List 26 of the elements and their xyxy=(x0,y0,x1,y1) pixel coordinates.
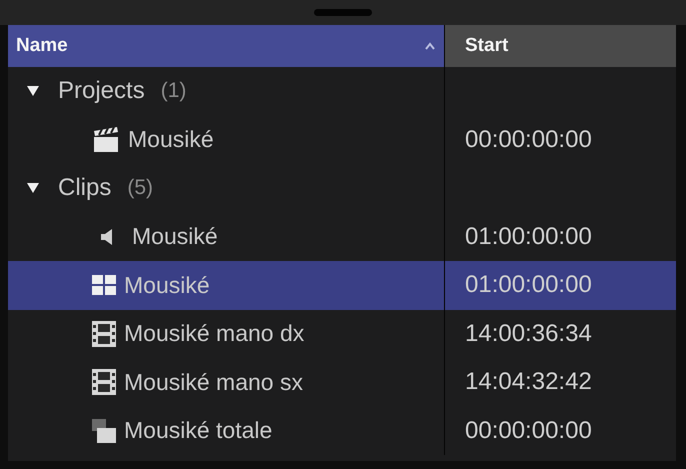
resize-handle[interactable] xyxy=(314,9,372,16)
group-label: Clips xyxy=(58,174,112,202)
clip-name: Mousiké xyxy=(132,223,218,250)
clip-name: Mousiké totale xyxy=(124,417,272,444)
start-timecode: 01:00:00:00 xyxy=(465,271,592,300)
disclosure-triangle-icon[interactable] xyxy=(26,85,40,98)
column-header[interactable]: Start xyxy=(445,25,676,67)
clip-row[interactable]: Mousiké 01:00:00:00 xyxy=(8,261,676,310)
clip-name: Mousiké xyxy=(128,126,214,154)
item-count: (1) xyxy=(160,79,186,104)
group-label: Projects xyxy=(58,77,145,106)
clip-row[interactable]: Mousiké mano sx 14:04:32:42 xyxy=(8,358,676,406)
start-timecode: 01:00:00:00 xyxy=(465,222,592,251)
start-timecode: 00:00:00:00 xyxy=(465,416,592,445)
clip-name: Mousiké mano sx xyxy=(124,368,303,396)
start-timecode: 14:04:32:42 xyxy=(465,368,592,396)
clip-name: Mousiké mano dx xyxy=(124,320,304,348)
disclosure-triangle-icon[interactable] xyxy=(26,182,40,194)
column-header[interactable]: Name xyxy=(8,25,445,67)
clip-row[interactable]: Mousiké totale 00:00:00:00 xyxy=(8,406,676,455)
clip-name: Mousiké xyxy=(124,272,210,299)
clip-row[interactable]: Mousiké 00:00:00:00 xyxy=(8,116,676,164)
start-timecode: 00:00:00:00 xyxy=(465,126,592,154)
clip-row[interactable]: Mousiké mano dx 14:00:36:34 xyxy=(8,310,676,358)
start-timecode: 14:00:36:34 xyxy=(465,320,592,348)
item-count: (5) xyxy=(127,176,154,200)
